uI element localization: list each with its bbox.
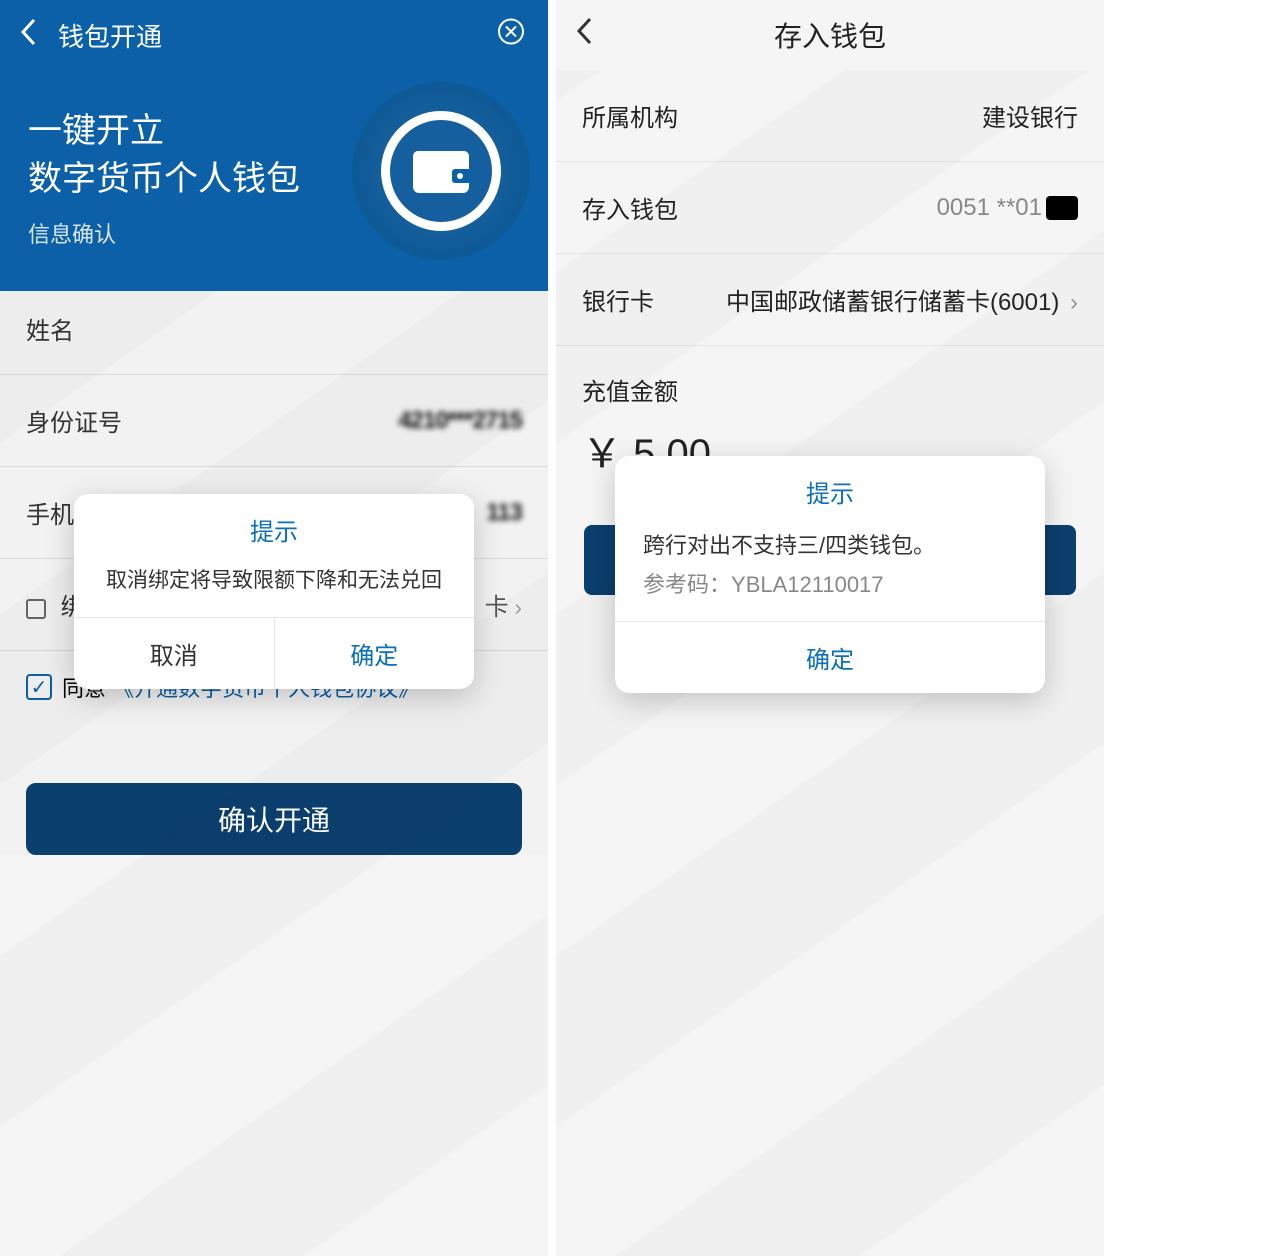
confirm-open-button[interactable]: 确认开通 bbox=[26, 783, 522, 855]
info-block: 所属机构 建设银行 存入钱包 0051 **01 银行卡 中国邮政储蓄银行储蓄卡… bbox=[556, 70, 1104, 346]
amount-label: 充值金额 bbox=[556, 346, 1104, 411]
phone-label: 手机 bbox=[26, 495, 74, 530]
screen-wallet-open: 钱包开通 一键开立 数字货币个人钱包 信息确认 姓名 身份证号 bbox=[0, 0, 548, 1256]
name-label: 姓名 bbox=[26, 311, 74, 346]
consent-checkbox[interactable]: ✓ bbox=[26, 674, 52, 700]
wallet-icon bbox=[352, 82, 530, 260]
alert-body: 跨行对出不支持三/四类钱包。 参考码：YBLA12110017 bbox=[615, 517, 1045, 621]
chevron-right-icon: › bbox=[515, 595, 522, 620]
screen-deposit: 存入钱包 所属机构 建设银行 存入钱包 0051 **01 银行卡 中国邮政储蓄… bbox=[556, 0, 1104, 1256]
row-org: 所属机构 建设银行 bbox=[556, 70, 1104, 162]
nav-bar: 存入钱包 bbox=[556, 0, 1104, 70]
alert-ok-button[interactable]: 确定 bbox=[274, 618, 475, 689]
back-icon[interactable] bbox=[20, 18, 38, 53]
row-bank-card[interactable]: 银行卡 中国邮政储蓄银行储蓄卡(6001) › bbox=[556, 254, 1104, 346]
alert-ok-button[interactable]: 确定 bbox=[615, 621, 1045, 693]
row-name[interactable]: 姓名 bbox=[0, 283, 548, 375]
card-value: 中国邮政储蓄银行储蓄卡(6001) › bbox=[726, 282, 1078, 317]
alert-dialog: 提示 跨行对出不支持三/四类钱包。 参考码：YBLA12110017 确定 bbox=[615, 456, 1045, 693]
id-value: 424210***271510***2715 bbox=[398, 407, 522, 435]
row-id[interactable]: 身份证号 424210***271510***2715 bbox=[0, 375, 548, 467]
alert-title: 提示 bbox=[74, 494, 474, 555]
nav-bar: 钱包开通 bbox=[0, 0, 548, 70]
nav-title: 钱包开通 bbox=[58, 17, 162, 54]
row-wallet[interactable]: 存入钱包 0051 **01 bbox=[556, 162, 1104, 254]
close-icon[interactable] bbox=[496, 17, 526, 54]
wallet-label: 存入钱包 bbox=[582, 190, 678, 225]
alert-dialog: 提示 取消绑定将导致限额下降和无法兑回 取消 确定 bbox=[74, 494, 474, 689]
chevron-right-icon: › bbox=[1070, 289, 1078, 316]
bind-value: 卡› bbox=[485, 587, 522, 622]
phone-value: 113 bbox=[486, 499, 522, 527]
nav-title: 存入钱包 bbox=[774, 15, 886, 55]
card-label: 银行卡 bbox=[582, 282, 654, 317]
alert-actions: 取消 确定 bbox=[74, 617, 474, 689]
id-label: 身份证号 bbox=[26, 403, 122, 438]
back-icon[interactable] bbox=[576, 17, 594, 53]
hero-banner: 一键开立 数字货币个人钱包 信息确认 bbox=[0, 70, 548, 291]
redaction-block bbox=[1046, 196, 1078, 220]
alert-cancel-button[interactable]: 取消 bbox=[74, 618, 274, 689]
wallet-value: 0051 **01 bbox=[937, 194, 1078, 222]
alert-body: 取消绑定将导致限额下降和无法兑回 bbox=[74, 555, 474, 617]
org-value: 建设银行 bbox=[982, 98, 1078, 133]
alert-title: 提示 bbox=[615, 456, 1045, 517]
org-label: 所属机构 bbox=[582, 98, 678, 133]
